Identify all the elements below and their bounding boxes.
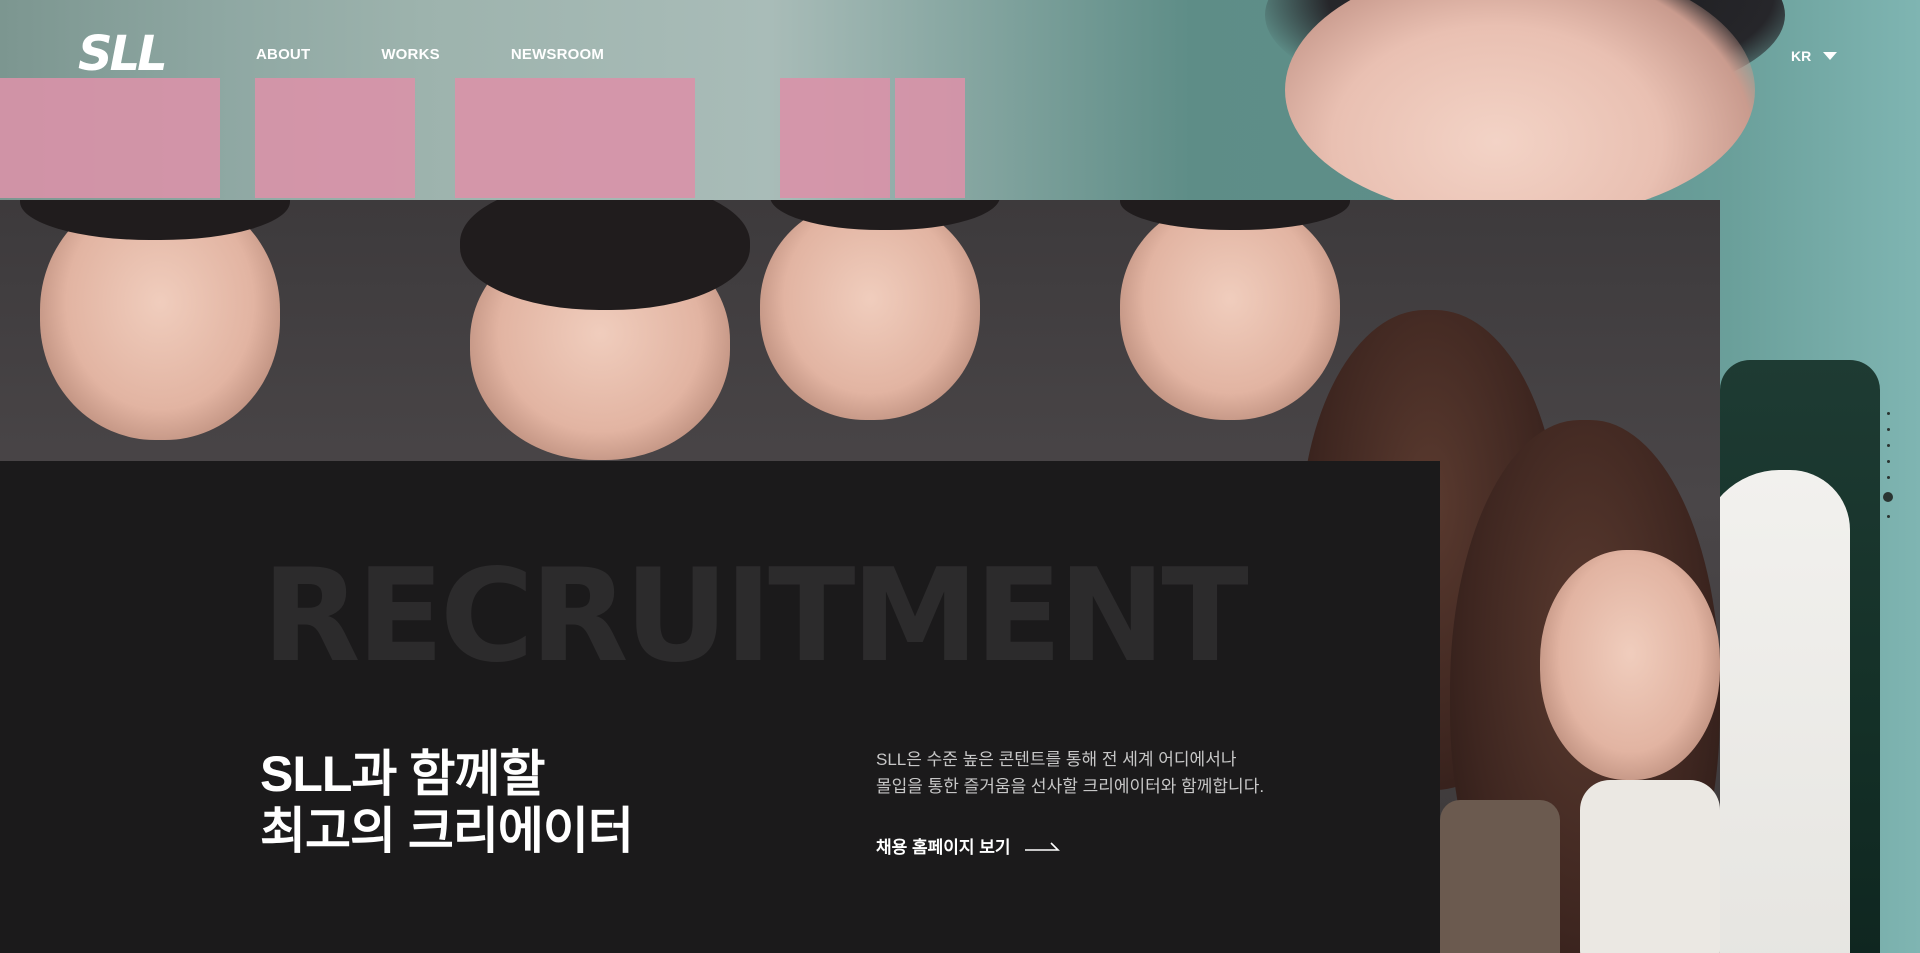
section-watermark-title: RECRUITMENT [262,542,1249,691]
sll-logo[interactable]: SLL [78,30,168,78]
menu-item-about[interactable]: ABOUT [256,46,310,63]
description-line-1: SLL은 수준 높은 콘텐트를 통해 전 세계 어디에서나 [876,750,1237,769]
arrow-right-icon [1024,841,1060,851]
chevron-down-icon [1823,52,1838,60]
section-pagination [1883,412,1893,531]
pagination-dot[interactable] [1886,444,1890,447]
pagination-dot[interactable] [1886,515,1890,518]
pagination-dot[interactable] [1886,476,1890,479]
menu-item-newsroom[interactable]: NEWSROOM [511,46,604,63]
language-label: KR [1791,48,1812,64]
top-navigation: SLL ABOUT WORKS NEWSROOM KR [0,0,1920,110]
heading-line-1: SLL과 함께할 [260,746,545,802]
section-heading: SLL과 함께할 최고의 크리에이터 [260,746,634,859]
menu-item-works[interactable]: WORKS [381,46,440,63]
heading-line-2: 최고의 크리에이터 [260,802,634,859]
pagination-dot[interactable] [1886,412,1890,415]
recruitment-homepage-link[interactable]: 채용 홈페이지 보기 [876,833,1061,858]
language-selector[interactable]: KR [1791,48,1838,64]
description-line-2: 몰입을 통한 즐거움을 선사할 크리에이터와 함께합니다. [876,776,1265,796]
cta-label: 채용 홈페이지 보기 [876,838,1011,857]
section-description: SLL은 수준 높은 콘텐트를 통해 전 세계 어디에서나 몰입을 통한 즐거움… [876,747,1264,800]
pagination-dot[interactable] [1886,428,1890,431]
pagination-dot[interactable] [1886,460,1890,463]
main-menu: ABOUT WORKS NEWSROOM [256,46,675,63]
recruitment-panel: RECRUITMENT SLL과 함께할 최고의 크리에이터 SLL은 수준 높… [0,461,1440,953]
pagination-dot-active[interactable] [1883,492,1893,502]
